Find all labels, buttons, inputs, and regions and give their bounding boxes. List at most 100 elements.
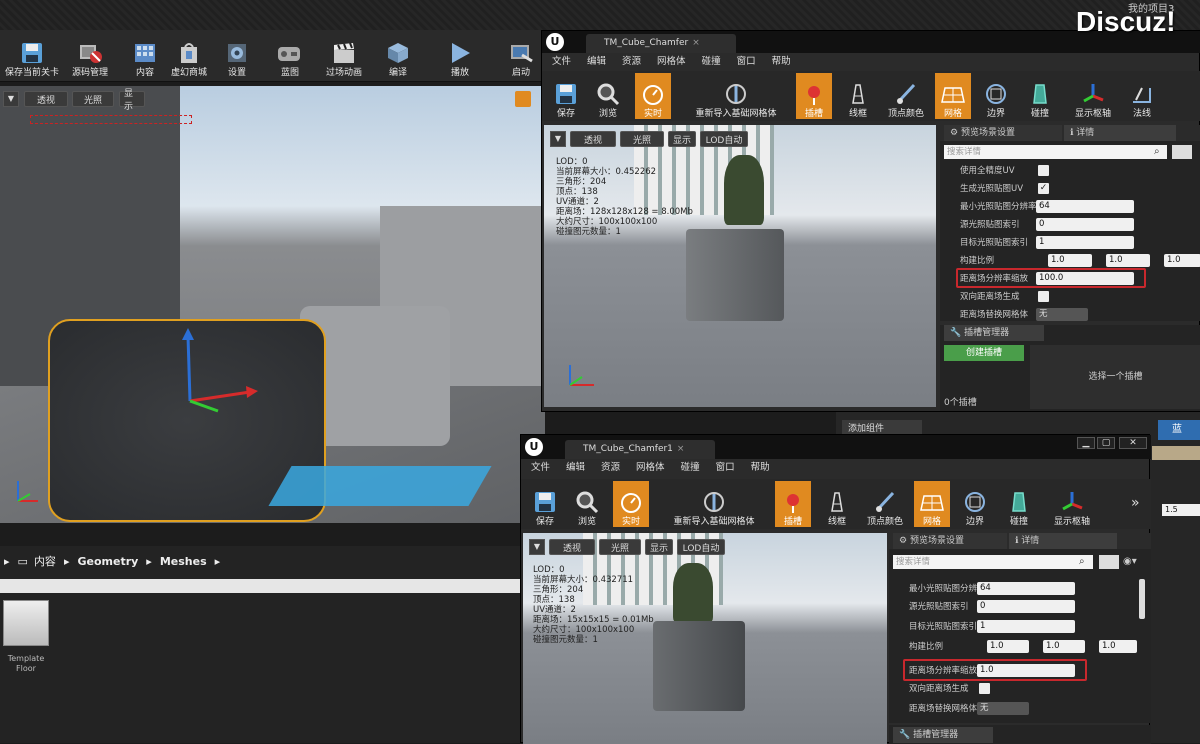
viewport-options-button[interactable]: ▼ [550, 131, 566, 147]
close-icon[interactable]: × [677, 444, 685, 454]
save-button[interactable]: 保存 [548, 75, 584, 119]
mesh-viewport[interactable]: ▼ 透视 光照 显示 LOD自动 LOD：0 当前屏幕大小：0.452262 三… [544, 125, 936, 407]
sockets-button[interactable]: 插槽 [775, 481, 811, 527]
toolbar-settings-button[interactable]: 设置 [215, 34, 259, 78]
breadcrumb-item[interactable]: 内容 [34, 553, 56, 569]
viewport-options-button[interactable]: ▼ [529, 539, 545, 555]
menu-item-asset[interactable]: 资源 [622, 56, 641, 67]
menu-item-file[interactable]: 文件 [531, 462, 550, 473]
socket-manager-tab[interactable]: 🔧 插槽管理器 [944, 325, 1044, 341]
pivot-button[interactable]: 显示枢轴 [1070, 75, 1116, 119]
lod-auto-button[interactable]: LOD自动 [700, 131, 748, 147]
lit-button[interactable]: 光照 [72, 91, 114, 107]
toolbar-cinematics-button[interactable]: 过场动画 [318, 34, 370, 78]
toolbar-source-control-button[interactable]: 源码管理 [66, 34, 114, 78]
replacement-mesh-dropdown[interactable]: 无 [1036, 308, 1088, 321]
editor-tab[interactable]: TM_Cube_Chamfer × [586, 34, 736, 53]
collision-button[interactable]: 碰撞 [1022, 75, 1058, 119]
toolbar-build-button[interactable]: 编译 [378, 34, 418, 78]
reimport-button[interactable]: 重新导入基础网格体 [676, 75, 796, 119]
menu-item-edit[interactable]: 编辑 [587, 56, 606, 67]
socket-manager-tab[interactable]: 🔧 插槽管理器 [893, 727, 993, 743]
grid-button[interactable]: 网格 [914, 481, 950, 527]
tab-preview-scene[interactable]: ⚙ 预览场景设置 [893, 533, 1007, 549]
menu-item-mesh[interactable]: 网格体 [636, 462, 665, 473]
toolbar-marketplace-button[interactable]: 虚幻商城 [167, 34, 211, 78]
viewport-options-button[interactable]: ▼ [3, 91, 19, 107]
minimize-button[interactable]: ▁ [1077, 437, 1095, 449]
viewport-settings-icon[interactable] [515, 91, 531, 107]
mesh-viewport[interactable]: ▼ 透视 光照 显示 LOD自动 LOD：0 当前屏幕大小：0.432711 三… [523, 533, 887, 744]
menu-item-edit[interactable]: 编辑 [566, 462, 585, 473]
build-scale-y-field[interactable]: 1.0 [1043, 640, 1085, 653]
show-button[interactable]: 显示 [119, 89, 145, 112]
toolbar-blueprint-button[interactable]: 蓝图 [268, 34, 312, 78]
wireframe-button[interactable]: 线框 [819, 483, 855, 527]
two-sided-distance-field-checkbox[interactable] [979, 683, 990, 694]
search-icon[interactable]: ⌕ [1154, 146, 1166, 158]
lit-button[interactable]: 光照 [620, 131, 664, 147]
show-button[interactable]: 显示 [668, 131, 696, 147]
transform-gizmo[interactable] [170, 326, 260, 426]
perspective-button[interactable]: 透视 [570, 131, 616, 147]
close-icon[interactable]: × [692, 38, 700, 48]
build-scale-z-field[interactable]: 1.0 [1099, 640, 1137, 653]
browse-button[interactable]: 浏览 [590, 75, 626, 119]
menu-item-help[interactable]: 帮助 [751, 462, 770, 473]
build-scale-x-field[interactable]: 1.0 [1048, 254, 1092, 267]
editor-tab[interactable]: TM_Cube_Chamfer1 × [565, 440, 715, 459]
search-input[interactable]: 搜索详情 [944, 145, 1167, 159]
close-window-button[interactable]: ✕ [1119, 437, 1147, 449]
vertex-color-button[interactable]: 顶点颜色 [882, 75, 930, 119]
dest-lightmap-index-field[interactable]: 1 [1036, 236, 1134, 249]
blueprint-button[interactable]: 蓝 [1158, 420, 1200, 440]
maximize-button[interactable]: ▢ [1097, 437, 1115, 449]
bounds-button[interactable]: 边界 [978, 75, 1014, 119]
asset-tile[interactable] [3, 600, 49, 646]
generate-lightmap-uv-checkbox[interactable]: ✓ [1038, 183, 1049, 194]
bounds-button[interactable]: 边界 [957, 483, 993, 527]
replacement-mesh-dropdown[interactable]: 无 [977, 702, 1029, 715]
realtime-button[interactable]: 实时 [613, 481, 649, 527]
show-button[interactable]: 显示 [645, 539, 673, 555]
two-sided-distance-field-checkbox[interactable] [1038, 291, 1049, 302]
menu-item-help[interactable]: 帮助 [772, 56, 791, 67]
toolbar-content-button[interactable]: 内容 [124, 34, 166, 78]
tab-details[interactable]: ℹ 详情 [1009, 533, 1117, 549]
menu-item-collision[interactable]: 碰撞 [681, 462, 700, 473]
vertex-color-button[interactable]: 顶点颜色 [861, 483, 909, 527]
wireframe-button[interactable]: 线框 [840, 75, 876, 119]
view-options-icon[interactable] [1099, 555, 1119, 569]
pivot-button[interactable]: 显示枢轴 [1049, 483, 1095, 527]
toolbar-play-button[interactable]: 播放 [440, 34, 480, 78]
min-lightmap-res-field[interactable]: 64 [1036, 200, 1134, 213]
tab-preview-scene[interactable]: ⚙ 预览场景设置 [944, 125, 1062, 141]
back-icon[interactable]: ▸ [4, 555, 10, 568]
lod-auto-button[interactable]: LOD自动 [677, 539, 725, 555]
search-input[interactable]: 搜索详情 [893, 555, 1093, 569]
perspective-button[interactable]: 透视 [549, 539, 595, 555]
build-scale-x-field[interactable]: 1.0 [987, 640, 1029, 653]
toolbar-save-level-button[interactable]: 保存当前关卡 [2, 34, 62, 78]
save-button[interactable]: 保存 [527, 483, 563, 527]
min-lightmap-res-field[interactable]: 64 [977, 582, 1075, 595]
menu-item-asset[interactable]: 资源 [601, 462, 620, 473]
lit-button[interactable]: 光照 [599, 539, 641, 555]
tab-details[interactable]: ℹ 详情 [1064, 125, 1176, 141]
grid-button[interactable]: 网格 [935, 73, 971, 119]
main-viewport[interactable]: ▼ 透视 光照 显示 [0, 86, 545, 523]
view-options-icon[interactable] [1172, 145, 1192, 159]
breadcrumb-item[interactable]: Meshes [160, 555, 207, 568]
toolbar-launch-button[interactable]: 启动 [500, 34, 542, 78]
source-lightmap-index-field[interactable]: 0 [1036, 218, 1134, 231]
menu-item-collision[interactable]: 碰撞 [702, 56, 721, 67]
create-socket-button[interactable]: 创建插槽 [944, 345, 1024, 361]
menu-item-window[interactable]: 窗口 [737, 56, 756, 67]
build-scale-y-field[interactable]: 1.0 [1106, 254, 1150, 267]
overflow-chevron-icon[interactable]: » [1131, 495, 1140, 511]
sockets-button[interactable]: 插槽 [796, 73, 832, 119]
full-precision-uv-checkbox[interactable] [1038, 165, 1049, 176]
realtime-button[interactable]: 实时 [635, 73, 671, 119]
browse-button[interactable]: 浏览 [569, 483, 605, 527]
menu-item-file[interactable]: 文件 [552, 56, 571, 67]
